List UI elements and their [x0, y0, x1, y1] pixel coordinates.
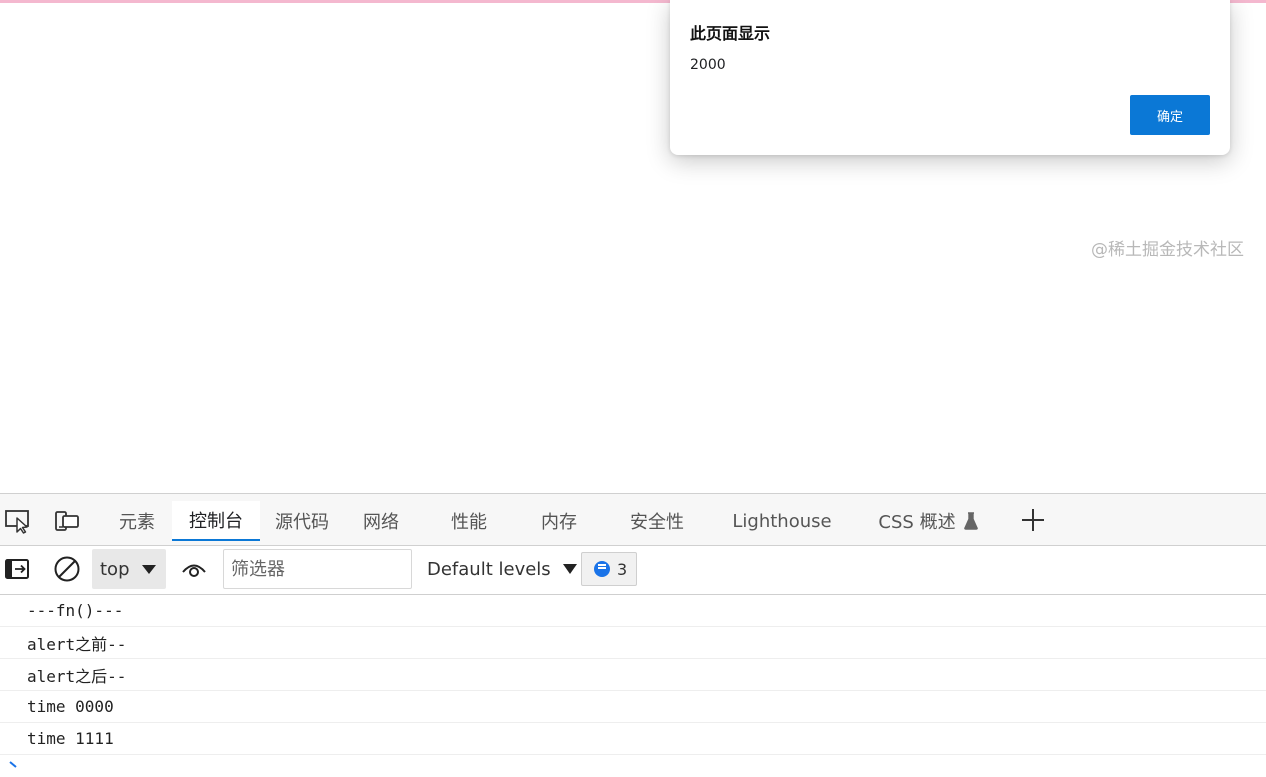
devtools-panel: 元素 控制台 源代码 网络 性能 内存 安全性 Lighthouse CSS 概… [0, 493, 1266, 770]
tab-memory[interactable]: 内存 [526, 501, 592, 541]
log-levels-label: Default levels [427, 558, 551, 580]
message-count-badge[interactable]: 3 [581, 552, 637, 586]
context-label: top [100, 558, 130, 580]
tab-lighthouse[interactable]: Lighthouse [726, 501, 838, 541]
console-prompt-icon[interactable] [8, 758, 20, 770]
dialog-message: 2000 [690, 57, 726, 73]
ok-button[interactable]: 确定 [1130, 95, 1210, 135]
tab-network[interactable]: 网络 [348, 501, 414, 541]
clear-console-icon[interactable] [52, 555, 82, 583]
console-line: ---fn()--- [0, 595, 1266, 627]
console-line: time 1111 [0, 723, 1266, 755]
tab-sources[interactable]: 源代码 [266, 501, 338, 541]
context-selector[interactable]: top [92, 549, 166, 589]
sidebar-toggle-icon[interactable] [2, 555, 32, 583]
dialog-title: 此页面显示 [690, 24, 771, 43]
chevron-down-icon [562, 564, 577, 574]
console-output: ---fn()--- alert之前-- alert之后-- time 0000… [0, 595, 1266, 770]
tab-console[interactable]: 控制台 [172, 501, 260, 541]
log-levels-dropdown[interactable]: Default levels [427, 549, 577, 589]
console-line: time 0000 [0, 691, 1266, 723]
filter-input[interactable] [223, 549, 412, 589]
message-bubble-icon [594, 561, 610, 577]
tab-elements[interactable]: 元素 [108, 501, 166, 541]
console-toolbar: top Default levels 3 [0, 546, 1266, 595]
message-count: 3 [617, 559, 628, 579]
alert-dialog: 此页面显示 2000 确定 [670, 0, 1230, 155]
device-toolbar-icon[interactable] [52, 507, 82, 535]
live-expression-eye-icon[interactable] [179, 555, 209, 583]
console-line: alert之前-- [0, 627, 1266, 659]
chevron-down-icon [142, 565, 156, 574]
console-line: alert之后-- [0, 659, 1266, 691]
tab-css-overview-label: CSS 概述 [878, 512, 956, 533]
tab-performance[interactable]: 性能 [436, 501, 502, 541]
tab-security[interactable]: 安全性 [612, 501, 702, 541]
tab-css-overview[interactable]: CSS 概述 [872, 501, 984, 541]
inspect-element-icon[interactable] [3, 507, 33, 535]
watermark: @稀土掘金技术社区 [1091, 240, 1244, 260]
flask-icon [963, 512, 978, 530]
add-tab-icon[interactable] [1018, 504, 1048, 536]
devtools-tabbar: 元素 控制台 源代码 网络 性能 内存 安全性 Lighthouse CSS 概… [0, 493, 1266, 546]
